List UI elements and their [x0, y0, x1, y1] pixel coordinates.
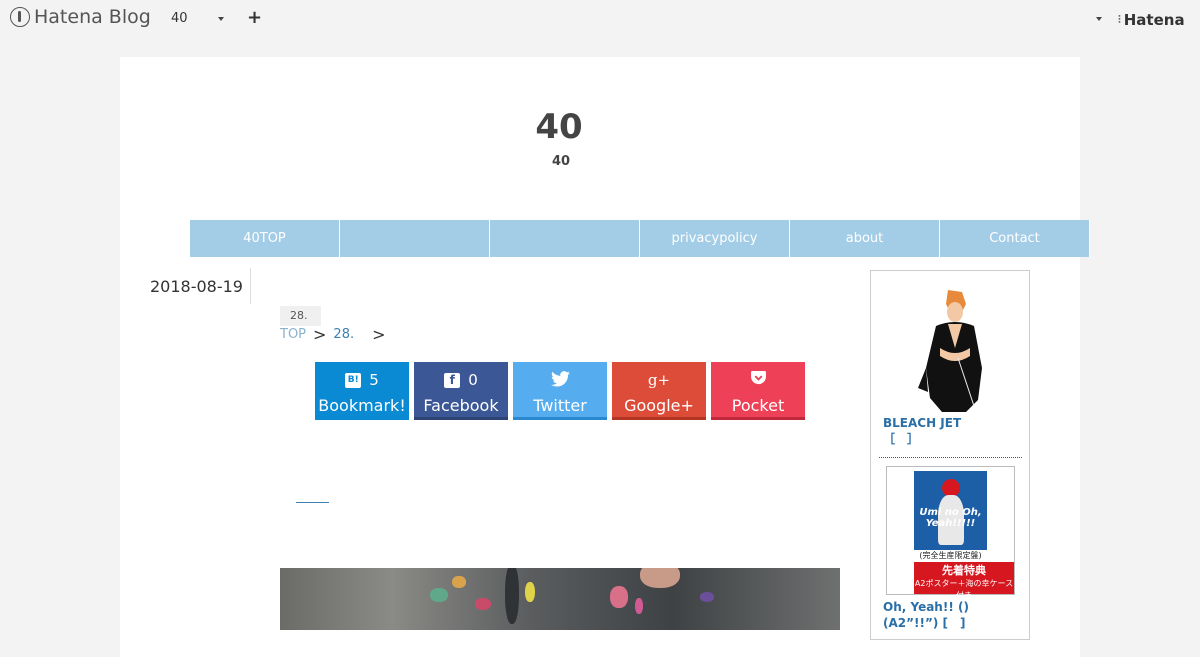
- entry-date[interactable]: 2018-08-19: [150, 277, 243, 296]
- google-plus-icon: g+: [647, 371, 671, 389]
- twitter-icon: [550, 371, 570, 387]
- account-brand-text: Hatena: [1123, 11, 1185, 29]
- twitter-label: Twitter: [533, 396, 587, 415]
- hatena-mark-icon: ⫶: [1118, 13, 1121, 26]
- logo-text: Hatena Blog: [34, 6, 151, 28]
- bookmark-count: 5: [369, 371, 379, 389]
- cd-subtitle: (完全生産限定盤): [914, 550, 987, 562]
- pocket-icon: [750, 371, 766, 385]
- nav-item-2[interactable]: [340, 220, 490, 257]
- table-of-contents-link[interactable]: [296, 502, 329, 503]
- site-description: 40: [551, 154, 571, 169]
- google-plus-share-button[interactable]: g+ Google+: [612, 362, 706, 420]
- breadcrumb-separator: >: [372, 325, 386, 344]
- facebook-count: 0: [468, 371, 478, 389]
- cd-product-image[interactable]: Umi no Oh, Yeah!!!!! (完全生産限定盤) 先着特典 A2ポス…: [886, 466, 1015, 600]
- pocket-label: Pocket: [731, 396, 785, 415]
- hatena-bookmark-icon: B!: [345, 372, 362, 388]
- twitter-share-button[interactable]: Twitter: [513, 362, 607, 420]
- sidebar-divider: [879, 457, 1022, 458]
- facebook-share-button[interactable]: f 0 Facebook: [414, 362, 508, 420]
- bleach-character-image[interactable]: [908, 288, 996, 412]
- cd-cover-text: Umi no Oh, Yeah!!!!!: [919, 507, 982, 529]
- category-badge[interactable]: 28.: [280, 306, 321, 326]
- facebook-icon: f: [444, 372, 461, 388]
- breadcrumb-category-link[interactable]: 28.: [333, 327, 354, 342]
- blog-selector[interactable]: 40: [171, 11, 188, 26]
- google-plus-label: Google+: [624, 396, 694, 415]
- sidebar: BLEACH JET ［ ］ Umi no Oh, Yeah!!!!! (完全生…: [870, 270, 1030, 640]
- sidebar-product-link-2[interactable]: Oh, Yeah!! () (A2”!!”) [ ]: [883, 599, 1023, 631]
- cd-cover: Umi no Oh, Yeah!!!!!: [914, 471, 987, 554]
- chevron-down-icon[interactable]: [218, 17, 224, 21]
- nav-item-top[interactable]: 40TOP: [190, 220, 340, 257]
- nav-item-contact[interactable]: Contact: [940, 220, 1090, 257]
- add-entry-button[interactable]: +: [247, 7, 262, 28]
- facebook-label: Facebook: [423, 396, 499, 415]
- nav-item-3[interactable]: [490, 220, 640, 257]
- nav-item-privacypolicy[interactable]: privacypolicy: [640, 220, 790, 257]
- hatena-blog-logo-icon: [10, 7, 30, 27]
- sidebar-product-link-1[interactable]: BLEACH JET ［ ］: [883, 415, 993, 447]
- breadcrumb: TOP > 28. >: [280, 325, 393, 344]
- global-nav: 40TOP privacypolicy about Contact: [190, 220, 1090, 257]
- date-divider: [250, 268, 251, 304]
- entry-hero-image: [280, 568, 840, 630]
- site-title[interactable]: 40: [120, 107, 998, 147]
- hatena-bookmark-button[interactable]: B! 5 Bookmark!: [315, 362, 409, 420]
- bookmark-label: Bookmark!: [318, 396, 406, 415]
- cd-promo-banner: 先着特典 A2ポスター＋海の幸ケース付き: [914, 562, 1014, 600]
- hatena-account-logo[interactable]: ⫶ Hatena: [1118, 11, 1185, 29]
- pocket-share-button[interactable]: Pocket: [711, 362, 805, 420]
- breadcrumb-separator: >: [313, 325, 327, 344]
- account-menu-chevron-icon[interactable]: [1096, 17, 1102, 21]
- cd-promo-title: 先着特典: [942, 564, 986, 577]
- hatena-global-header: Hatena Blog 40 + ⫶ Hatena: [0, 0, 1200, 38]
- nav-item-about[interactable]: about: [790, 220, 940, 257]
- hatena-blog-logo[interactable]: Hatena Blog: [10, 6, 151, 28]
- breadcrumb-top-link[interactable]: TOP: [280, 327, 306, 342]
